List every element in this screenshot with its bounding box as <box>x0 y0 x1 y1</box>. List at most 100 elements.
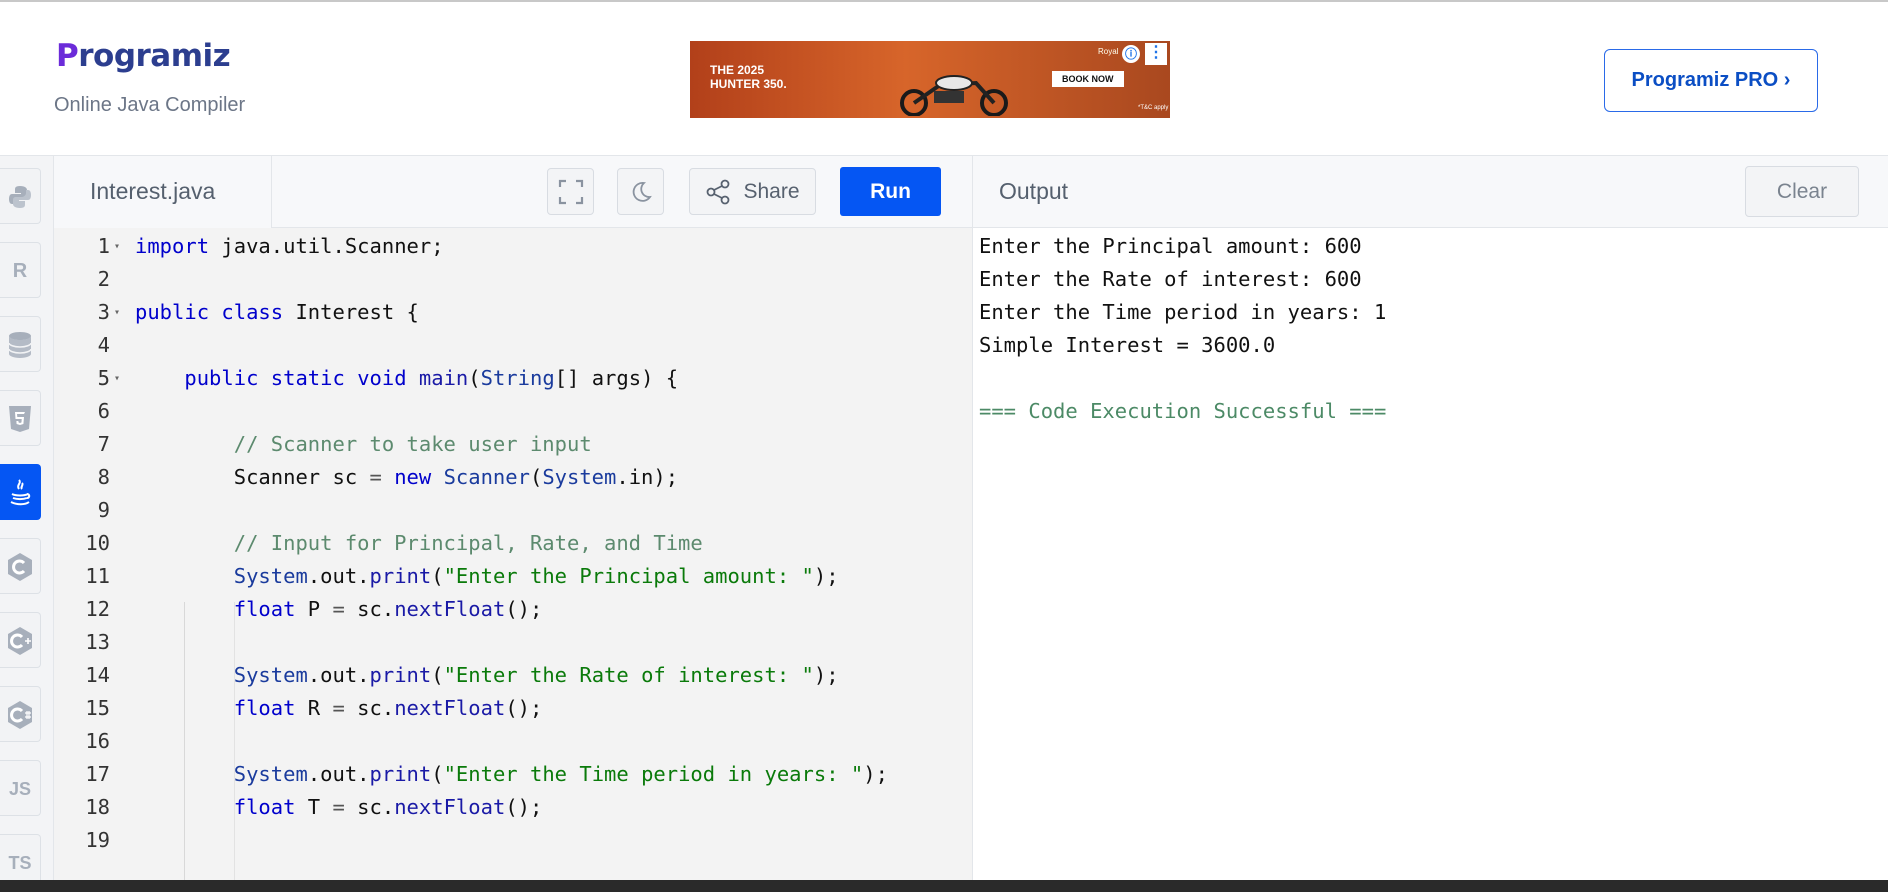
token: void <box>357 366 407 390</box>
csharp-language-icon[interactable] <box>0 686 41 742</box>
typescript-icon[interactable]: TS <box>0 834 41 884</box>
python-icon[interactable] <box>0 168 41 224</box>
share-icon <box>707 179 730 204</box>
code-line: 7 // Scanner to take user input <box>54 428 954 461</box>
code-line: 4 <box>54 329 954 362</box>
ad-menu-icon[interactable]: ⋮ <box>1145 43 1167 65</box>
token: = <box>332 597 345 621</box>
token: sc. <box>344 795 395 819</box>
cpp-language-icon[interactable] <box>0 612 41 668</box>
share-label: Share <box>743 179 800 203</box>
line-number: 5 <box>97 366 110 390</box>
code-line: 13 <box>54 626 954 659</box>
token: R <box>295 696 333 720</box>
advertisement-banner[interactable]: THE 2025 HUNTER 350. BOOK NOW Royal ⓘ ⋮ *… <box>690 41 1170 118</box>
c-language-icon[interactable] <box>0 538 41 594</box>
line-number: 11 <box>85 564 110 588</box>
token: ); <box>813 564 839 588</box>
line-number: 1 <box>97 234 110 258</box>
site-header: Programiz Online Java Compiler THE 2025 H… <box>0 2 1888 156</box>
output-title: Output <box>999 178 1069 204</box>
line-number: 17 <box>85 762 110 786</box>
token: ); <box>863 762 888 786</box>
token: ( <box>468 366 481 390</box>
token: (); <box>505 597 543 621</box>
token: class <box>221 300 284 324</box>
token: (); <box>505 696 543 720</box>
token: float <box>233 795 296 819</box>
code-editor[interactable]: 1 ▾ import java.util.Scanner; 2 3 ▾ public c… <box>54 228 972 880</box>
html5-icon[interactable] <box>0 390 41 446</box>
code-line: 9 <box>54 494 954 527</box>
fold-arrow-icon[interactable]: ▾ <box>114 296 120 329</box>
code-line: 5 ▾ public static void main(String[] args… <box>54 362 954 395</box>
code-line: 6 <box>54 395 954 428</box>
token: print <box>369 762 432 786</box>
clear-button[interactable]: Clear <box>1745 166 1859 217</box>
r-language-icon[interactable]: R <box>0 242 41 298</box>
line-number: 9 <box>97 498 110 522</box>
token: String <box>480 366 555 390</box>
fold-arrow-icon[interactable]: ▾ <box>114 362 120 395</box>
token: P <box>295 597 333 621</box>
token: sc. <box>344 696 395 720</box>
token: ( <box>529 465 543 489</box>
ad-info-icon[interactable]: ⓘ <box>1122 45 1140 63</box>
token: Scanner sc <box>135 465 370 489</box>
dark-mode-button[interactable] <box>617 168 664 215</box>
token: .in); <box>616 465 679 489</box>
token: "Enter the Principal amount: " <box>443 564 814 588</box>
token: .out. <box>307 663 370 687</box>
token: ( <box>431 663 444 687</box>
token: java.util.Scanner; <box>209 234 444 258</box>
code-comment: // Scanner to take user input <box>135 432 592 456</box>
line-number: 16 <box>85 729 110 753</box>
fullscreen-button[interactable] <box>547 168 594 215</box>
programiz-pro-button[interactable]: Programiz PRO › <box>1604 49 1818 112</box>
ad-book-now-button[interactable]: BOOK NOW <box>1052 71 1124 87</box>
code-line: 15 float R = sc.nextFloat(); <box>54 692 954 725</box>
output-line: Enter the Time period in years: 1 <box>979 300 1387 324</box>
line-number: 15 <box>85 696 110 720</box>
sql-database-icon[interactable] <box>0 316 41 372</box>
run-button[interactable]: Run <box>840 167 941 216</box>
file-tab[interactable]: Interest.java <box>54 156 272 228</box>
share-button[interactable]: Share <box>689 168 816 215</box>
code-line: 11 System.out.print("Enter the Principal… <box>54 560 954 593</box>
line-number: 19 <box>85 828 110 852</box>
line-number: 13 <box>85 630 110 654</box>
token: public <box>184 366 259 390</box>
token: = <box>369 465 382 489</box>
javascript-icon[interactable]: JS <box>0 760 41 816</box>
line-number: 18 <box>85 795 110 819</box>
token: "Enter the Time period in years: " <box>443 762 864 786</box>
code-line: 10 // Input for Principal, Rate, and Tim… <box>54 527 954 560</box>
token: (); <box>505 795 543 819</box>
programiz-logo[interactable]: Programiz <box>56 38 231 74</box>
line-number: 4 <box>97 333 110 357</box>
code-line: 12 float P = sc.nextFloat(); <box>54 593 954 626</box>
token: new <box>394 465 432 489</box>
token: T <box>295 795 333 819</box>
java-icon[interactable] <box>0 464 41 520</box>
ad-terms-text: *T&C apply <box>1138 105 1169 111</box>
output-console[interactable]: Enter the Principal amount: 600 Enter th… <box>972 228 1888 880</box>
fold-arrow-icon[interactable]: ▾ <box>114 230 120 263</box>
token: .out. <box>307 762 370 786</box>
ad-headline-line2: HUNTER 350. <box>710 77 787 91</box>
token: "Enter the Rate of interest: " <box>443 663 814 687</box>
token: Scanner <box>443 465 530 489</box>
code-line: 14 System.out.print("Enter the Rate of i… <box>54 659 954 692</box>
token: ( <box>431 564 444 588</box>
code-line: 1 ▾ import java.util.Scanner; <box>54 230 954 263</box>
code-line: 19 <box>54 824 954 857</box>
code-line: 3 ▾ public class Interest { <box>54 296 954 329</box>
os-taskbar <box>0 880 1888 892</box>
token: ( <box>431 762 444 786</box>
language-sidebar: R JS TS <box>0 156 54 884</box>
